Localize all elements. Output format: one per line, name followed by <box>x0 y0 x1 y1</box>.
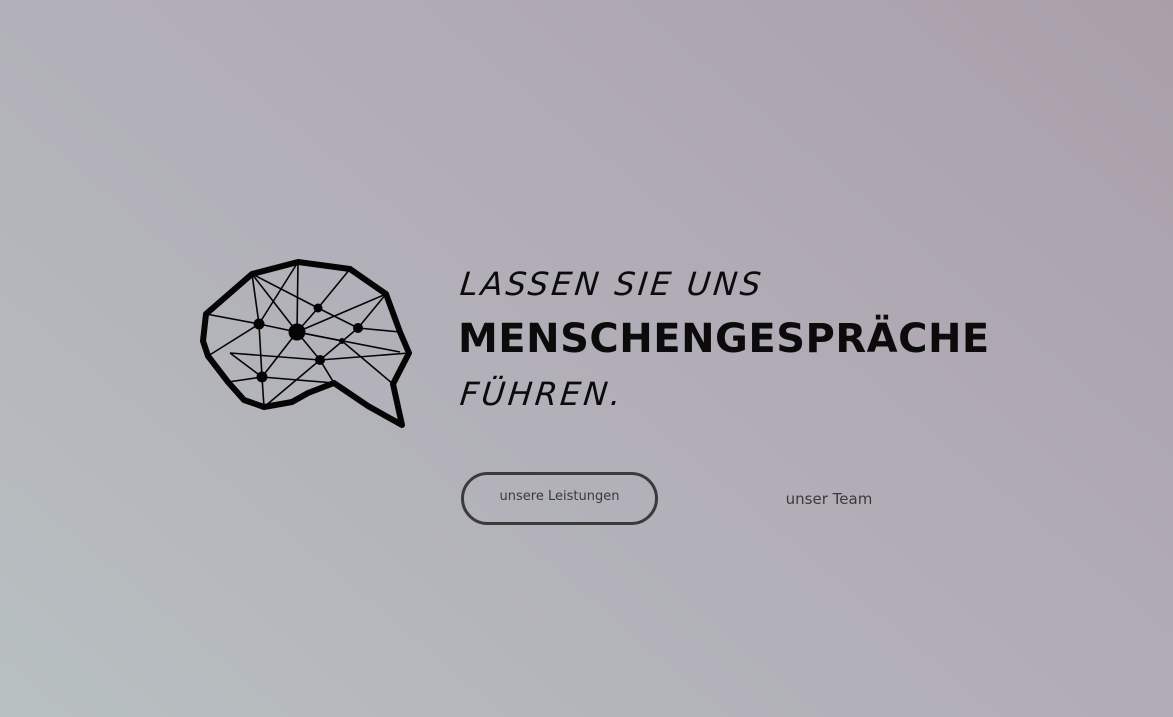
headline-bottom: FÜHREN. <box>458 375 626 413</box>
hero-headline: LASSEN SIE UNS MENSCHENGESPRÄCHE FÜHREN. <box>458 258 990 416</box>
hero-section: LASSEN SIE UNS MENSCHENGESPRÄCHE FÜHREN.… <box>0 0 1173 717</box>
brain-network-speech-bubble-icon <box>200 259 412 428</box>
team-button[interactable]: unser Team <box>765 484 893 514</box>
headline-top: LASSEN SIE UNS <box>458 265 766 303</box>
services-button[interactable]: unsere Leistungen <box>461 472 658 525</box>
headline-main: MENSCHENGESPRÄCHE <box>458 316 990 362</box>
